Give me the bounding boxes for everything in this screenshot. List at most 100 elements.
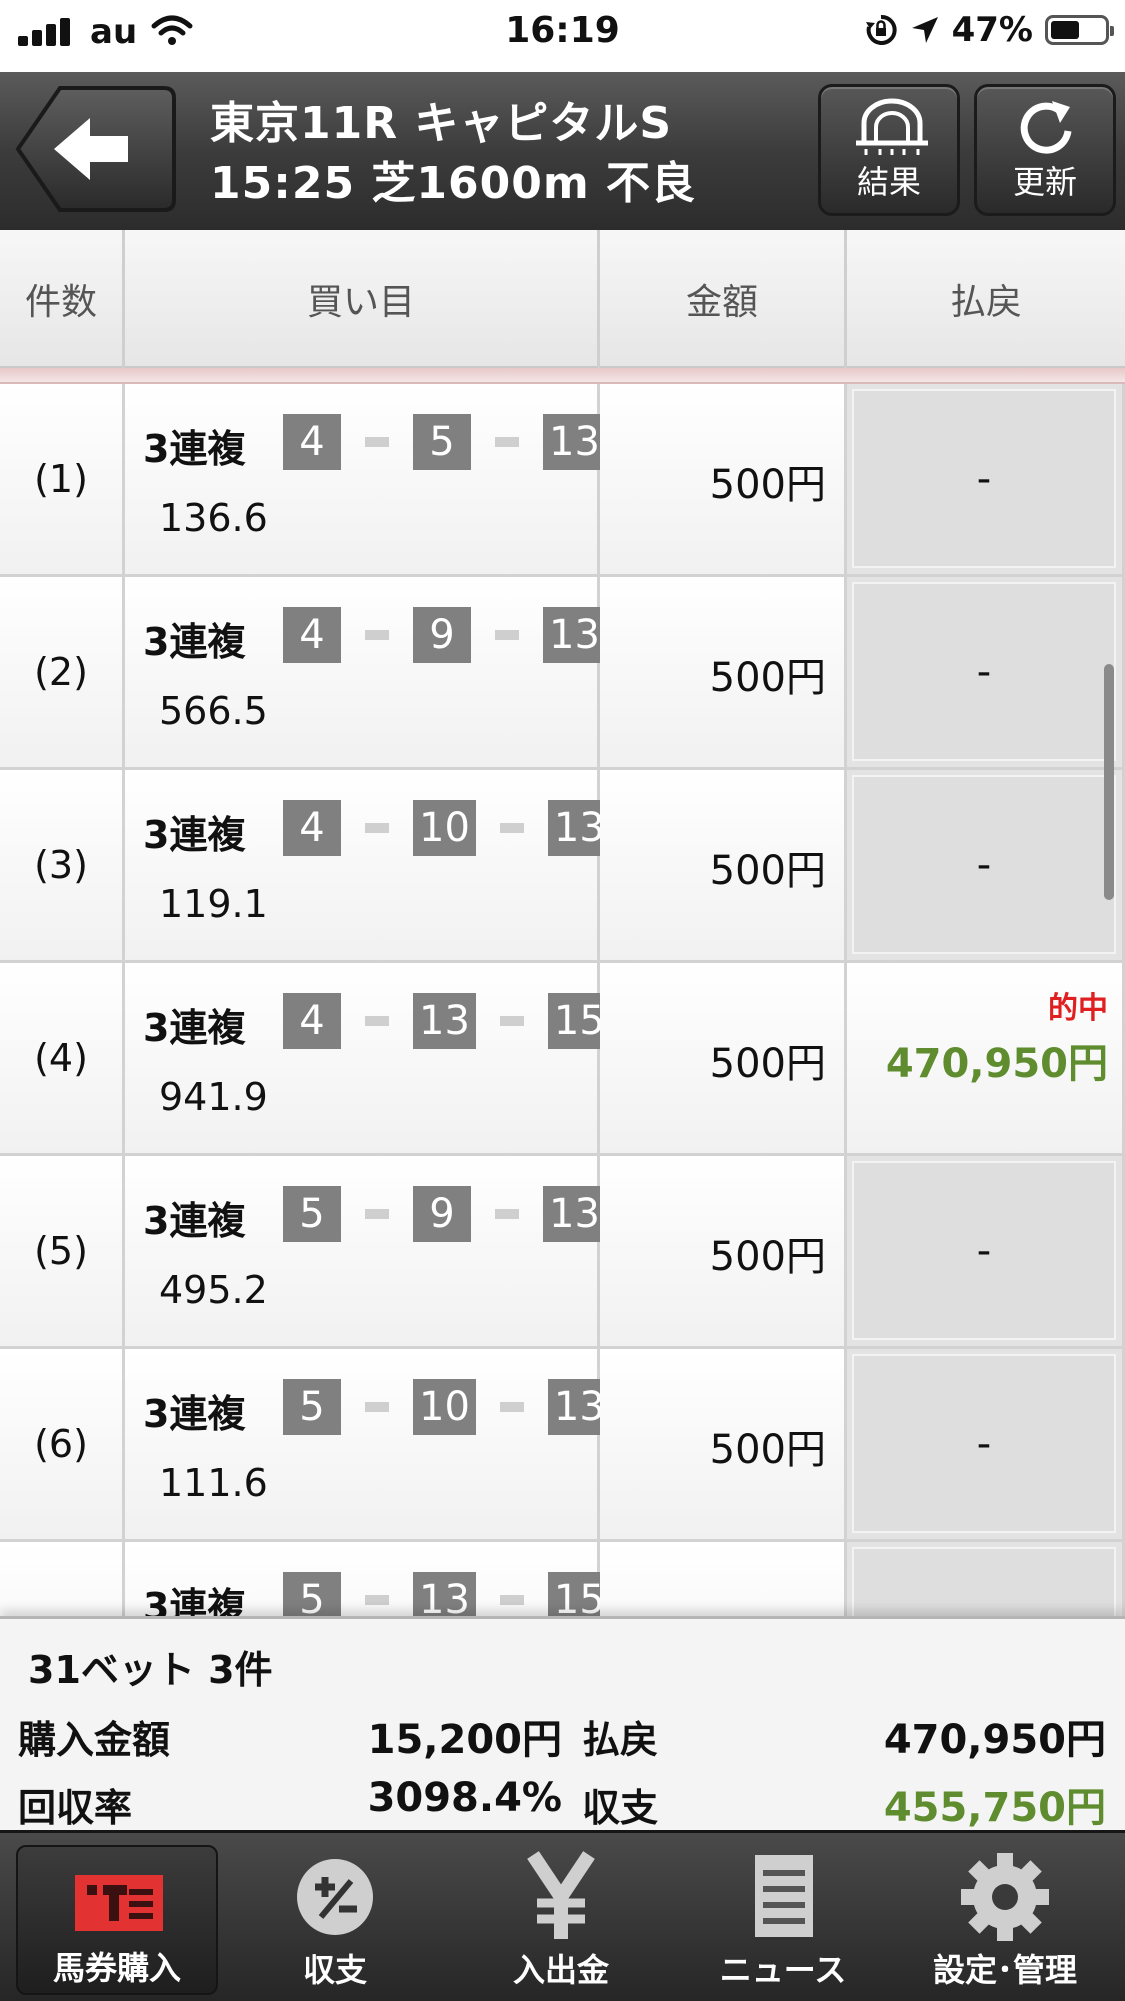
- purchase-value: 15,200円: [367, 1717, 562, 1763]
- amount-cell: [600, 1542, 847, 1616]
- number-separator: [365, 437, 389, 447]
- horse-number-box: 4: [283, 607, 341, 663]
- payout-value: -: [852, 389, 1116, 568]
- horse-number-box: 13: [413, 993, 476, 1049]
- horse-number-box: 5: [283, 1572, 341, 1616]
- table-header: 件数 買い目 金額 払戻: [0, 230, 1125, 368]
- horse-number-box: 5: [413, 414, 471, 470]
- horse-number-box: 9: [413, 607, 471, 663]
- payout-cell: -: [847, 1349, 1125, 1542]
- bet-list[interactable]: (1) 3連複 4 5 13 136.6 500円 - (2) 3連複 4 9 13 566.5 500円 -…: [0, 384, 1125, 1616]
- row-index: (4): [0, 963, 125, 1156]
- race-header: 東京11R キャピタルS 15:25 芝1600m 不良 結果 更新: [0, 72, 1125, 230]
- bet-combination: 5 13 15: [283, 1572, 611, 1616]
- number-separator: [495, 1209, 519, 1219]
- result-button[interactable]: 結果: [818, 84, 960, 216]
- horse-number-box: 13: [413, 1572, 476, 1616]
- result-button-label: 結果: [856, 163, 921, 201]
- number-separator: [365, 1209, 389, 1219]
- column-header-amount: 金額: [600, 230, 847, 368]
- yen-icon: [527, 1851, 595, 1939]
- tab-label: 入出金: [512, 1951, 609, 1989]
- payout-cell: -: [847, 770, 1125, 963]
- tab-news[interactable]: ニュース: [682, 1845, 884, 1995]
- tab-balance[interactable]: 収支: [234, 1845, 436, 1995]
- number-separator: [365, 1016, 389, 1026]
- number-separator: [499, 1402, 524, 1412]
- payout-label: 払戻: [582, 1718, 659, 1762]
- horse-number-box: 5: [283, 1379, 341, 1435]
- table-row[interactable]: (5) 3連複 5 9 13 495.2 500円 -: [0, 1156, 1125, 1349]
- payout-cell: [847, 1542, 1125, 1616]
- bet-cell: 3連複 4 9 13 566.5: [125, 577, 606, 770]
- row-index: (1): [0, 384, 125, 577]
- return-rate-value: 3098.4%: [367, 1775, 562, 1821]
- row-index: (2): [0, 577, 125, 770]
- bet-odds: 111.6: [159, 1461, 268, 1505]
- amount-cell: 500円: [600, 1156, 847, 1349]
- number-separator: [495, 437, 519, 447]
- tab-deposit[interactable]: 入出金: [460, 1845, 662, 1995]
- table-row[interactable]: (2) 3連複 4 9 13 566.5 500円 -: [0, 577, 1125, 770]
- number-separator: [365, 630, 389, 640]
- table-row[interactable]: 3連複 5 13 15: [0, 1542, 1125, 1616]
- racetrack-icon: [856, 98, 928, 155]
- row-index: (3): [0, 770, 125, 963]
- payout-cell: -: [847, 1156, 1125, 1349]
- bet-amount: 500円: [709, 1233, 826, 1280]
- horse-number-box: 13: [543, 1186, 606, 1242]
- amount-cell: 500円: [600, 770, 847, 963]
- payout-value: [852, 1547, 1116, 1616]
- horse-number-box: 4: [283, 993, 341, 1049]
- balance-label: 収支: [582, 1786, 659, 1830]
- row-index: (6): [0, 1349, 125, 1542]
- number-separator: [365, 1595, 389, 1605]
- status-right: 47%: [864, 10, 1114, 50]
- bet-combination: 5 9 13: [283, 1186, 606, 1242]
- balance-value: 455,750円: [883, 1785, 1106, 1831]
- table-row[interactable]: (4) 3連複 4 13 15 941.9 500円 的中 470,950円: [0, 963, 1125, 1156]
- bet-combination: 4 10 13: [283, 800, 611, 856]
- battery-icon: [1045, 15, 1114, 45]
- table-row[interactable]: (6) 3連複 5 10 13 111.6 500円 -: [0, 1349, 1125, 1542]
- refresh-icon: [1020, 101, 1072, 154]
- bet-cell: 3連複 4 10 13 119.1: [125, 770, 611, 963]
- tab-bet-purchase[interactable]: 馬券購入: [16, 1845, 218, 1995]
- bet-amount: 500円: [709, 847, 826, 894]
- payout-cell: -: [847, 577, 1125, 770]
- bet-amount: 500円: [709, 654, 826, 701]
- row-index: [0, 1542, 125, 1616]
- table-row[interactable]: (3) 3連複 4 10 13 119.1 500円 -: [0, 770, 1125, 963]
- tab-settings[interactable]: 設定･管理: [904, 1845, 1106, 1995]
- payout-value: -: [852, 582, 1116, 761]
- scrollbar[interactable]: [1104, 664, 1114, 900]
- number-separator: [365, 1402, 389, 1412]
- tab-label: 馬券購入: [52, 1949, 181, 1987]
- bet-type: 3連複: [143, 1585, 246, 1616]
- bet-odds: 941.9: [159, 1075, 268, 1119]
- bet-combination: 5 10 13: [283, 1379, 611, 1435]
- battery-percent: 47%: [951, 10, 1033, 50]
- number-separator: [499, 823, 524, 833]
- tab-bar: 馬券購入 収支 入出金 ニュース 設定･管理: [0, 1830, 1125, 2001]
- amount-cell: 500円: [600, 384, 847, 577]
- refresh-button-label: 更新: [1012, 163, 1077, 201]
- horse-number-box: 13: [543, 607, 606, 663]
- table-row[interactable]: (1) 3連複 4 5 13 136.6 500円 -: [0, 384, 1125, 577]
- refresh-button[interactable]: 更新: [974, 84, 1116, 216]
- payout-value: -: [852, 1354, 1116, 1533]
- tab-label: 収支: [302, 1951, 367, 1989]
- back-button[interactable]: [14, 84, 178, 214]
- horse-number-box: 13: [543, 414, 606, 470]
- race-title-line1: 東京11R キャピタルS: [210, 98, 673, 149]
- bet-odds: 119.1: [159, 882, 268, 926]
- bet-cell: 3連複 4 13 15 941.9: [125, 963, 611, 1156]
- payout-value: -: [852, 775, 1116, 954]
- bet-odds: 495.2: [159, 1268, 268, 1312]
- tab-label: 設定･管理: [932, 1951, 1077, 1989]
- location-arrow-icon: [911, 17, 938, 43]
- bet-cell: 3連複 4 5 13 136.6: [125, 384, 606, 577]
- bet-type: 3連複: [143, 1392, 246, 1436]
- number-separator: [499, 1595, 524, 1605]
- bet-amount: 500円: [709, 1426, 826, 1473]
